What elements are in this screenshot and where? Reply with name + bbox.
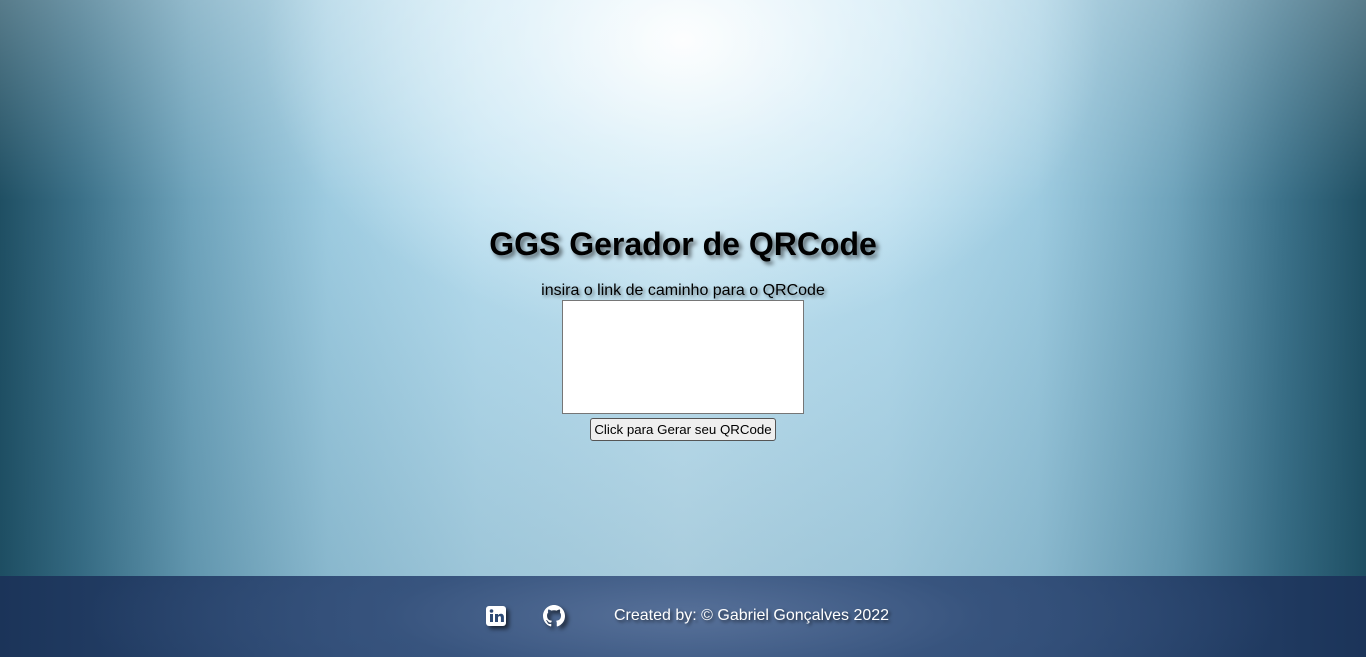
github-link[interactable] [543, 605, 565, 627]
link-input[interactable] [562, 300, 804, 414]
main-content: GGS Gerador de QRCode insira o link de c… [0, 0, 1366, 576]
generate-qrcode-button[interactable]: Click para Gerar seu QRCode [590, 418, 776, 441]
footer: Created by: © Gabriel Gonçalves 2022 [0, 576, 1366, 657]
github-icon [543, 605, 565, 627]
page-title: GGS Gerador de QRCode [489, 226, 877, 262]
linkedin-icon [486, 606, 506, 626]
footer-credit: Created by: © Gabriel Gonçalves 2022 [614, 607, 890, 624]
linkedin-link[interactable] [485, 605, 507, 627]
link-input-label: insira o link de caminho para o QRCode [541, 282, 825, 299]
